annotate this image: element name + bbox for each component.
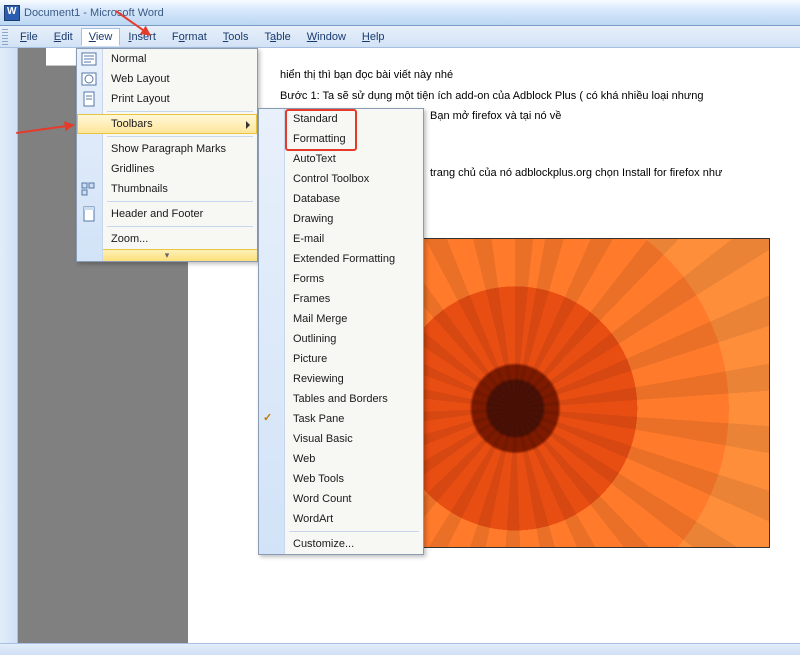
menu-table[interactable]: Table — [256, 28, 298, 46]
menu-help[interactable]: Help — [354, 28, 393, 46]
status-bar — [0, 643, 800, 655]
menu-format[interactable]: Format — [164, 28, 215, 46]
annotation-highlight-box — [285, 109, 357, 151]
menu-item-web-layout[interactable]: Web Layout — [77, 69, 257, 89]
menu-item-label: Web Tools — [293, 473, 344, 485]
menu-file[interactable]: File — [12, 28, 46, 46]
submenu-item-customize[interactable]: Customize... — [259, 534, 423, 554]
submenu-item-database[interactable]: Database — [259, 189, 423, 209]
submenu-item-frames[interactable]: Frames — [259, 289, 423, 309]
menu-separator — [107, 111, 253, 112]
document-text-line: trang chủ của nó adblockplus.org chọn In… — [430, 164, 796, 183]
submenu-item-outlining[interactable]: Outlining — [259, 329, 423, 349]
submenu-item-picture[interactable]: Picture — [259, 349, 423, 369]
menu-item-label: Gridlines — [111, 163, 154, 175]
menu-item-normal[interactable]: Normal — [77, 49, 257, 69]
menu-item-label: Toolbars — [111, 118, 153, 130]
submenu-item-word-count[interactable]: Word Count — [259, 489, 423, 509]
menu-item-toolbars[interactable]: Toolbars — [77, 114, 257, 134]
menu-item-label: Customize... — [293, 538, 354, 550]
menu-tools[interactable]: Tools — [215, 28, 257, 46]
menu-separator — [107, 136, 253, 137]
menu-item-label: Control Toolbox — [293, 173, 369, 185]
menu-item-label: Mail Merge — [293, 313, 347, 325]
menu-item-thumbnails[interactable]: Thumbnails — [77, 179, 257, 199]
submenu-item-extended-formatting[interactable]: Extended Formatting — [259, 249, 423, 269]
menu-item-label: Normal — [111, 53, 146, 65]
submenu-arrow-icon — [246, 121, 250, 129]
menu-item-label: Outlining — [293, 333, 336, 345]
document-text-line: hiển thị thì bạn đọc bài viết này nhé — [280, 66, 796, 85]
menu-item-header-footer[interactable]: Header and Footer — [77, 204, 257, 224]
submenu-item-wordart[interactable]: WordArt — [259, 509, 423, 529]
menu-item-label: Visual Basic — [293, 433, 353, 445]
menu-edit[interactable]: Edit — [46, 28, 81, 46]
menu-item-label: Web Layout — [111, 73, 170, 85]
menu-item-label: Picture — [293, 353, 327, 365]
menu-item-label: Print Layout — [111, 93, 170, 105]
submenu-item-task-pane[interactable]: ✓ Task Pane — [259, 409, 423, 429]
menu-item-label: Forms — [293, 273, 324, 285]
menu-item-label: Task Pane — [293, 413, 344, 425]
header-footer-icon — [81, 206, 97, 222]
menu-item-label: Thumbnails — [111, 183, 168, 195]
document-text-line: Bạn mở firefox và tại nó về — [430, 107, 796, 126]
thumbnails-icon — [81, 181, 97, 197]
menu-item-label: Header and Footer — [111, 208, 203, 220]
menu-separator — [107, 201, 253, 202]
menu-item-label: Drawing — [293, 213, 333, 225]
document-text-line: Bước 1: Ta sẽ sử dụng một tiện ích add-o… — [280, 87, 796, 106]
menu-item-label: Word Count — [293, 493, 352, 505]
menu-item-label: Show Paragraph Marks — [111, 143, 226, 155]
menu-item-label: Zoom... — [111, 233, 148, 245]
submenu-item-email[interactable]: E-mail — [259, 229, 423, 249]
submenu-item-web[interactable]: Web — [259, 449, 423, 469]
menu-item-label: AutoText — [293, 153, 336, 165]
submenu-item-forms[interactable]: Forms — [259, 269, 423, 289]
menu-item-show-paragraph-marks[interactable]: Show Paragraph Marks — [77, 139, 257, 159]
menu-item-label: Web — [293, 453, 315, 465]
print-layout-icon — [81, 91, 97, 107]
menu-item-gridlines[interactable]: Gridlines — [77, 159, 257, 179]
web-layout-icon — [81, 71, 97, 87]
menu-expand-chevron[interactable]: ▾ — [77, 249, 257, 261]
menu-separator — [289, 531, 419, 532]
menu-separator — [107, 226, 253, 227]
view-menu-dropdown: Normal Web Layout Print Layout Toolbars … — [76, 48, 258, 262]
submenu-item-autotext[interactable]: AutoText — [259, 149, 423, 169]
menu-item-label: Frames — [293, 293, 330, 305]
menu-item-label: Reviewing — [293, 373, 344, 385]
menu-item-label: WordArt — [293, 513, 333, 525]
word-app-icon — [4, 5, 20, 21]
submenu-item-mail-merge[interactable]: Mail Merge — [259, 309, 423, 329]
menu-view[interactable]: View — [81, 28, 121, 46]
menu-item-label: Database — [293, 193, 340, 205]
menu-item-label: E-mail — [293, 233, 324, 245]
menu-item-label: Extended Formatting — [293, 253, 395, 265]
submenu-item-web-tools[interactable]: Web Tools — [259, 469, 423, 489]
normal-view-icon — [81, 51, 97, 67]
toolbars-submenu-dropdown: Standard Formatting AutoText Control Too… — [258, 108, 424, 555]
toolbar-grip-icon[interactable] — [2, 29, 8, 45]
menu-item-label: Tables and Borders — [293, 393, 388, 405]
window-title: Document1 - Microsoft Word — [24, 7, 164, 19]
menu-window[interactable]: Window — [299, 28, 354, 46]
menu-bar: File Edit View Insert Format Tools Table… — [0, 26, 800, 48]
menu-item-print-layout[interactable]: Print Layout — [77, 89, 257, 109]
submenu-item-reviewing[interactable]: Reviewing — [259, 369, 423, 389]
submenu-item-visual-basic[interactable]: Visual Basic — [259, 429, 423, 449]
submenu-item-control-toolbox[interactable]: Control Toolbox — [259, 169, 423, 189]
checkmark-icon: ✓ — [263, 411, 279, 427]
menu-item-zoom[interactable]: Zoom... — [77, 229, 257, 249]
vertical-ruler-strip — [0, 48, 18, 655]
submenu-item-tables-borders[interactable]: Tables and Borders — [259, 389, 423, 409]
submenu-item-drawing[interactable]: Drawing — [259, 209, 423, 229]
